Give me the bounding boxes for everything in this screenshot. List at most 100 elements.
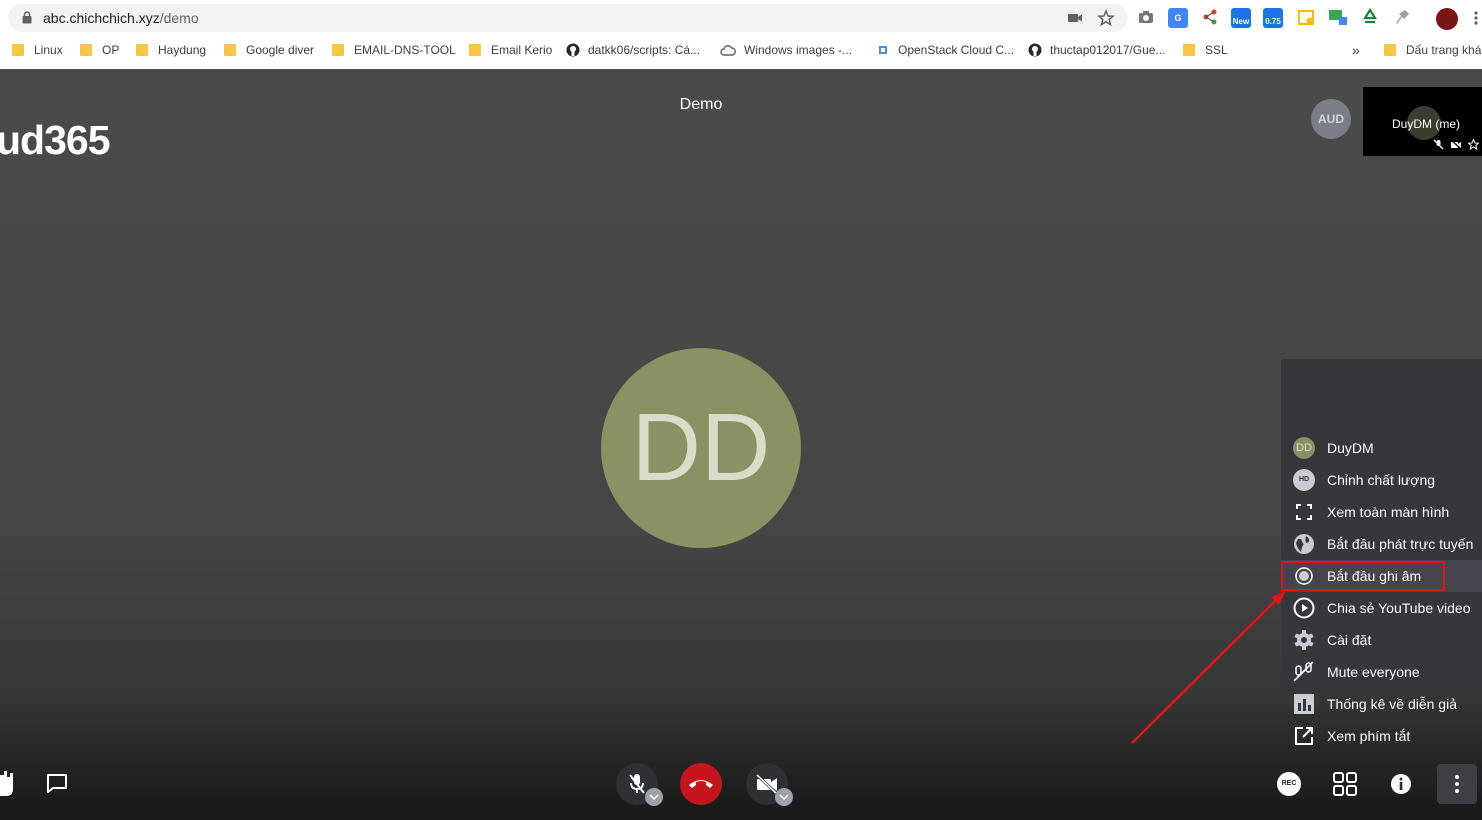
menu-avatar-initials: DD xyxy=(1293,437,1315,459)
more-actions-menu: DD DuyDM HD Chỉnh chất lượng Xem toàn mà… xyxy=(1281,359,1482,745)
brand-logo: ud365 xyxy=(0,117,110,163)
chevron-down-icon xyxy=(779,794,789,800)
menu-item-profile[interactable]: DD DuyDM xyxy=(1281,432,1482,464)
bookmark-label: Haydung xyxy=(158,43,207,57)
mute-all-icon xyxy=(1293,661,1315,683)
remote-participant-avatar[interactable]: AUD xyxy=(1311,99,1351,139)
play-icon xyxy=(1293,597,1315,619)
menu-item-speaker-stats[interactable]: Thống kê về diễn giả xyxy=(1281,688,1482,720)
bookmark-label: Google diver xyxy=(246,43,315,57)
mic-muted-icon xyxy=(1433,139,1444,150)
bookmark-label: SSL xyxy=(1205,43,1228,57)
bookmarks-overflow-button[interactable]: » xyxy=(1352,40,1360,60)
stats-icon xyxy=(1293,693,1315,715)
hd-badge: HD xyxy=(1293,469,1315,491)
bookmark-item[interactable]: OP xyxy=(80,40,119,60)
more-vertical-icon xyxy=(1455,775,1459,793)
bookmark-label: Linux xyxy=(34,43,63,57)
menu-item-quality[interactable]: HD Chỉnh chất lượng xyxy=(1281,464,1482,496)
menu-item-share-youtube[interactable]: Chia sẻ YouTube video xyxy=(1281,592,1482,624)
github-icon xyxy=(566,43,580,57)
meeting-title: Demo xyxy=(679,96,723,113)
menu-item-fullscreen[interactable]: Xem toàn màn hình xyxy=(1281,496,1482,528)
hangup-button[interactable] xyxy=(680,763,722,805)
lock-icon[interactable] xyxy=(22,11,32,24)
raise-hand-icon[interactable] xyxy=(0,771,14,797)
bookmark-label: Dấu trang khá xyxy=(1406,43,1482,57)
cloud-icon xyxy=(720,45,736,56)
bookmark-item[interactable]: Linux xyxy=(12,40,63,60)
menu-item-label: Bắt đầu phát trực tuyến xyxy=(1327,536,1474,552)
self-tile-name: DuyDM (me) xyxy=(1392,117,1460,131)
menu-item-label: Chỉnh chất lượng xyxy=(1327,472,1436,488)
folder-icon xyxy=(80,44,92,56)
url-text[interactable]: abc.chichchich.xyz/demo xyxy=(43,10,199,26)
menu-item-settings[interactable]: Cài đặt xyxy=(1281,624,1482,656)
bookmark-label: OP xyxy=(102,43,120,57)
menu-item-shortcuts[interactable]: Xem phím tắt xyxy=(1281,720,1482,752)
bookmark-item[interactable]: OpenStack Cloud C... xyxy=(876,40,1014,60)
info-icon[interactable] xyxy=(1390,773,1412,795)
bookmark-label: EMAIL-DNS-TOOL xyxy=(354,43,456,57)
bookmark-item[interactable]: datkk06/scripts: Cá... xyxy=(566,40,700,60)
menu-item-livestream[interactable]: Bắt đầu phát trực tuyến xyxy=(1281,528,1482,560)
menu-item-label: Xem toàn màn hình xyxy=(1327,504,1450,520)
folder-icon xyxy=(469,44,481,56)
star-icon xyxy=(1468,139,1479,150)
translate-extension-icon[interactable]: G xyxy=(1168,8,1188,28)
camera-off-icon xyxy=(755,774,778,794)
folder-icon xyxy=(12,44,24,56)
menu-item-mute-everyone[interactable]: Mute everyone xyxy=(1281,656,1482,688)
self-video-tile[interactable]: DuyDM (me) xyxy=(1363,87,1482,156)
bookmark-item[interactable]: Haydung xyxy=(136,40,206,60)
phone-hangup-icon xyxy=(689,780,713,788)
audio-settings-chevron[interactable] xyxy=(645,788,663,806)
profile-avatar[interactable] xyxy=(1436,8,1458,30)
url-path: /demo xyxy=(159,10,199,26)
bookmark-label: Email Kerio xyxy=(491,43,553,57)
avatar-icon: DD xyxy=(1293,437,1315,459)
folder-icon xyxy=(332,44,344,56)
camera-toggle-button[interactable] xyxy=(746,763,793,806)
speed-extension-badge[interactable]: 0.75 xyxy=(1263,8,1283,28)
annotation-arrow xyxy=(1131,591,1286,744)
calendar-extension-icon[interactable] xyxy=(1296,8,1316,28)
chat-icon[interactable] xyxy=(46,773,68,793)
share-extension-icon[interactable] xyxy=(1200,8,1220,28)
more-actions-button[interactable] xyxy=(1437,764,1477,804)
highlight-box xyxy=(1281,561,1445,591)
main-speaker-avatar: DD xyxy=(601,348,801,548)
bookmark-item[interactable]: EMAIL-DNS-TOOL xyxy=(332,40,456,60)
bookmark-star-icon[interactable] xyxy=(1097,9,1115,27)
bookmark-label: OpenStack Cloud C... xyxy=(898,43,1015,57)
bookmark-label: Windows images -... xyxy=(744,43,853,57)
menu-item-label: Mute everyone xyxy=(1327,664,1420,680)
openstack-icon xyxy=(879,46,887,54)
tile-view-icon[interactable] xyxy=(1333,772,1357,796)
record-status-button[interactable]: REC xyxy=(1277,772,1301,796)
video-settings-chevron[interactable] xyxy=(775,788,793,806)
menu-item-label: Thống kê về diễn giả xyxy=(1327,696,1457,712)
folder-icon xyxy=(1384,44,1396,56)
bookmark-item[interactable]: thuctap012017/Gue... xyxy=(1028,40,1165,60)
bookmark-item[interactable]: Windows images -... xyxy=(720,40,852,60)
bookmark-label: datkk06/scripts: Cá... xyxy=(588,43,701,57)
recycle-extension-icon[interactable] xyxy=(1360,7,1380,28)
bookmark-item[interactable]: Dấu trang khá xyxy=(1384,40,1481,60)
menu-item-label: Chia sẻ YouTube video xyxy=(1327,600,1471,616)
browser-menu-icon[interactable] xyxy=(1470,9,1482,27)
bookmark-label: thuctap012017/Gue... xyxy=(1050,43,1166,57)
mic-muted-icon xyxy=(629,774,645,794)
bookmark-item[interactable]: Google diver xyxy=(224,40,314,60)
screenshot-extension-icon[interactable] xyxy=(1136,8,1156,28)
bookmark-item[interactable]: SSL xyxy=(1183,40,1228,60)
bookmark-item[interactable]: Email Kerio xyxy=(469,40,552,60)
new-extension-badge[interactable]: New xyxy=(1231,8,1251,28)
camera-off-icon xyxy=(1450,139,1462,150)
pin-extension-icon[interactable] xyxy=(1392,8,1412,28)
monitor-extension-icon[interactable] xyxy=(1328,8,1348,28)
camera-blocked-icon[interactable] xyxy=(1066,9,1084,27)
microphone-toggle-button[interactable] xyxy=(616,763,663,806)
folder-icon xyxy=(136,44,148,56)
github-icon xyxy=(1028,43,1042,57)
